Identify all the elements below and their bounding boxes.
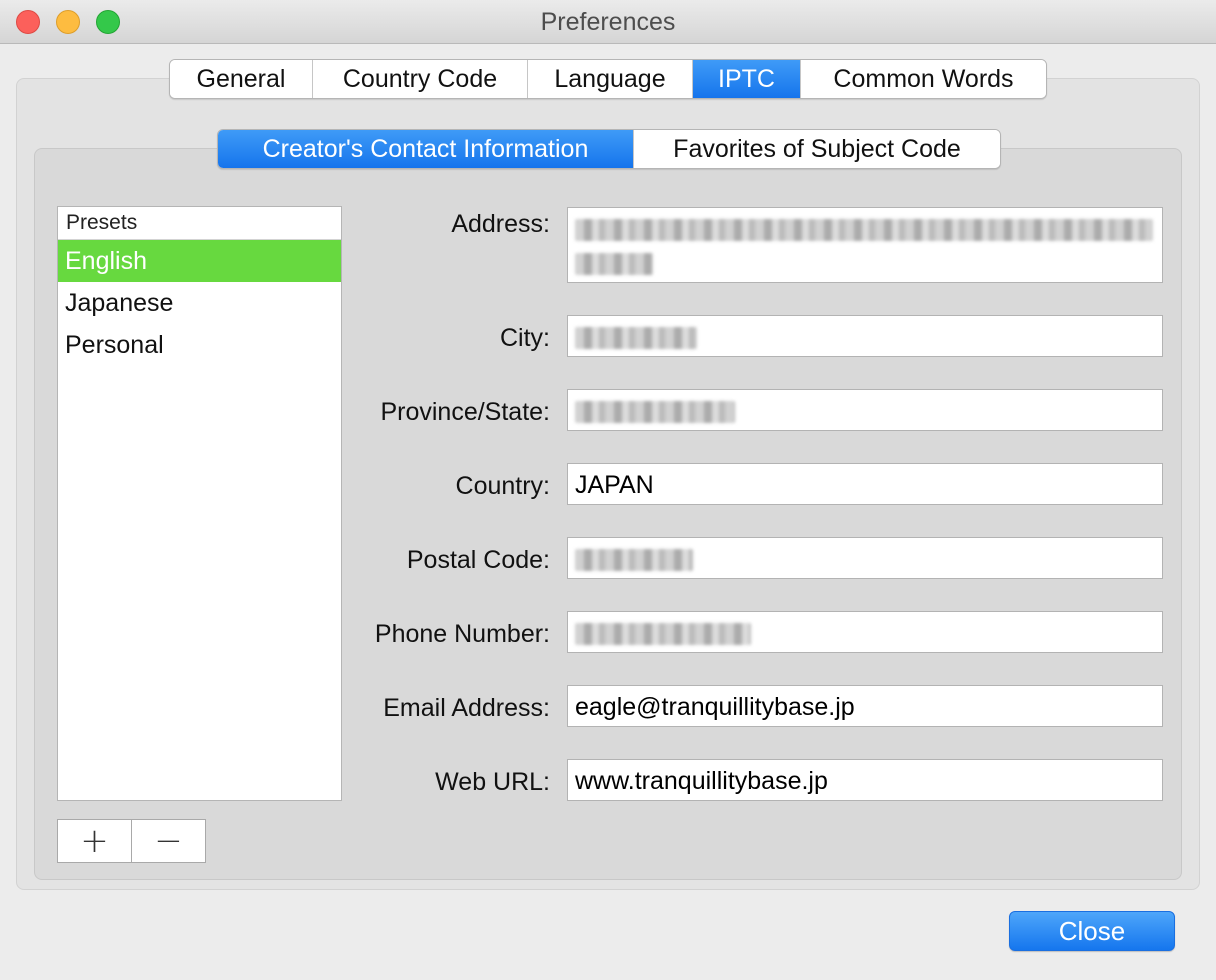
phone-number-field[interactable] [567,611,1163,653]
preset-buttons: + − [57,819,206,863]
tab-general[interactable]: General [170,60,313,98]
preferences-window: Preferences General Country Code Languag… [0,0,1216,980]
top-tab-bar: General Country Code Language IPTC Commo… [169,59,1047,99]
email-address-label: Email Address: [383,694,550,722]
city-field[interactable] [567,315,1163,357]
address-field[interactable] [567,207,1163,283]
redacted-text [575,327,697,350]
preset-english[interactable]: English [58,240,341,282]
redacted-text [575,401,735,424]
redacted-text [575,623,751,646]
city-label: City: [500,324,550,352]
redacted-text [575,549,693,572]
add-preset-button[interactable]: + [58,820,132,862]
email-address-field[interactable]: eagle@tranquillitybase.jp [567,685,1163,727]
web-url-field[interactable]: www.tranquillitybase.jp [567,759,1163,801]
web-url-label: Web URL: [435,768,550,796]
tab-common-words[interactable]: Common Words [801,60,1046,98]
sub-tab-bar: Creator's Contact Information Favorites … [217,129,1001,169]
redacted-text [575,219,1153,242]
postal-code-label: Postal Code: [406,546,550,574]
province-label: Province/State: [380,398,550,426]
title-bar: Preferences [0,0,1216,44]
remove-preset-button[interactable]: − [132,820,205,862]
tab-country-code[interactable]: Country Code [313,60,528,98]
tab-language[interactable]: Language [528,60,693,98]
tab-creators-contact-information[interactable]: Creator's Contact Information [218,130,634,168]
redacted-text [575,253,653,276]
address-label: Address: [451,210,550,238]
country-field[interactable]: JAPAN [567,463,1163,505]
country-label: Country: [455,472,550,500]
close-button[interactable]: Close [1009,911,1175,951]
tab-iptc[interactable]: IPTC [693,60,801,98]
preset-japanese[interactable]: Japanese [58,282,341,324]
tab-favorites-of-subject-code[interactable]: Favorites of Subject Code [634,130,1000,168]
window-title: Preferences [540,8,676,36]
postal-code-field[interactable] [567,537,1163,579]
province-field[interactable] [567,389,1163,431]
phone-number-label: Phone Number: [374,620,550,648]
